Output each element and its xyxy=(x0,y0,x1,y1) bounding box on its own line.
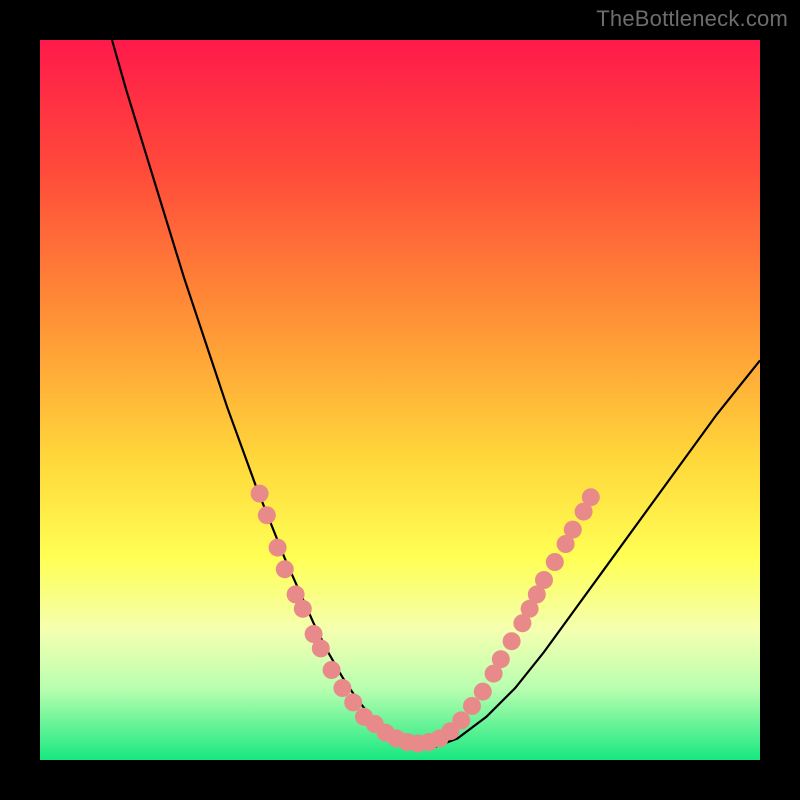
highlight-dot xyxy=(564,521,582,539)
highlight-dot xyxy=(535,571,553,589)
highlight-dot xyxy=(503,632,521,650)
plot-area xyxy=(40,40,760,760)
chart-svg xyxy=(40,40,760,760)
highlight-dot xyxy=(323,661,341,679)
highlight-dot xyxy=(333,679,351,697)
highlight-dot xyxy=(258,506,276,524)
highlight-dot xyxy=(312,639,330,657)
highlight-dot xyxy=(344,693,362,711)
highlight-dot xyxy=(463,697,481,715)
highlight-dot xyxy=(582,488,600,506)
highlight-dot xyxy=(546,553,564,571)
highlight-dot xyxy=(276,560,294,578)
highlight-dot xyxy=(452,711,470,729)
highlight-dot xyxy=(269,539,287,557)
highlight-dot xyxy=(294,600,312,618)
highlight-dot xyxy=(251,485,269,503)
chart-frame: TheBottleneck.com xyxy=(0,0,800,800)
highlight-dot xyxy=(492,650,510,668)
highlight-dot xyxy=(474,683,492,701)
highlight-dots xyxy=(251,485,600,753)
bottleneck-curve xyxy=(112,40,760,749)
watermark-text: TheBottleneck.com xyxy=(596,6,788,32)
